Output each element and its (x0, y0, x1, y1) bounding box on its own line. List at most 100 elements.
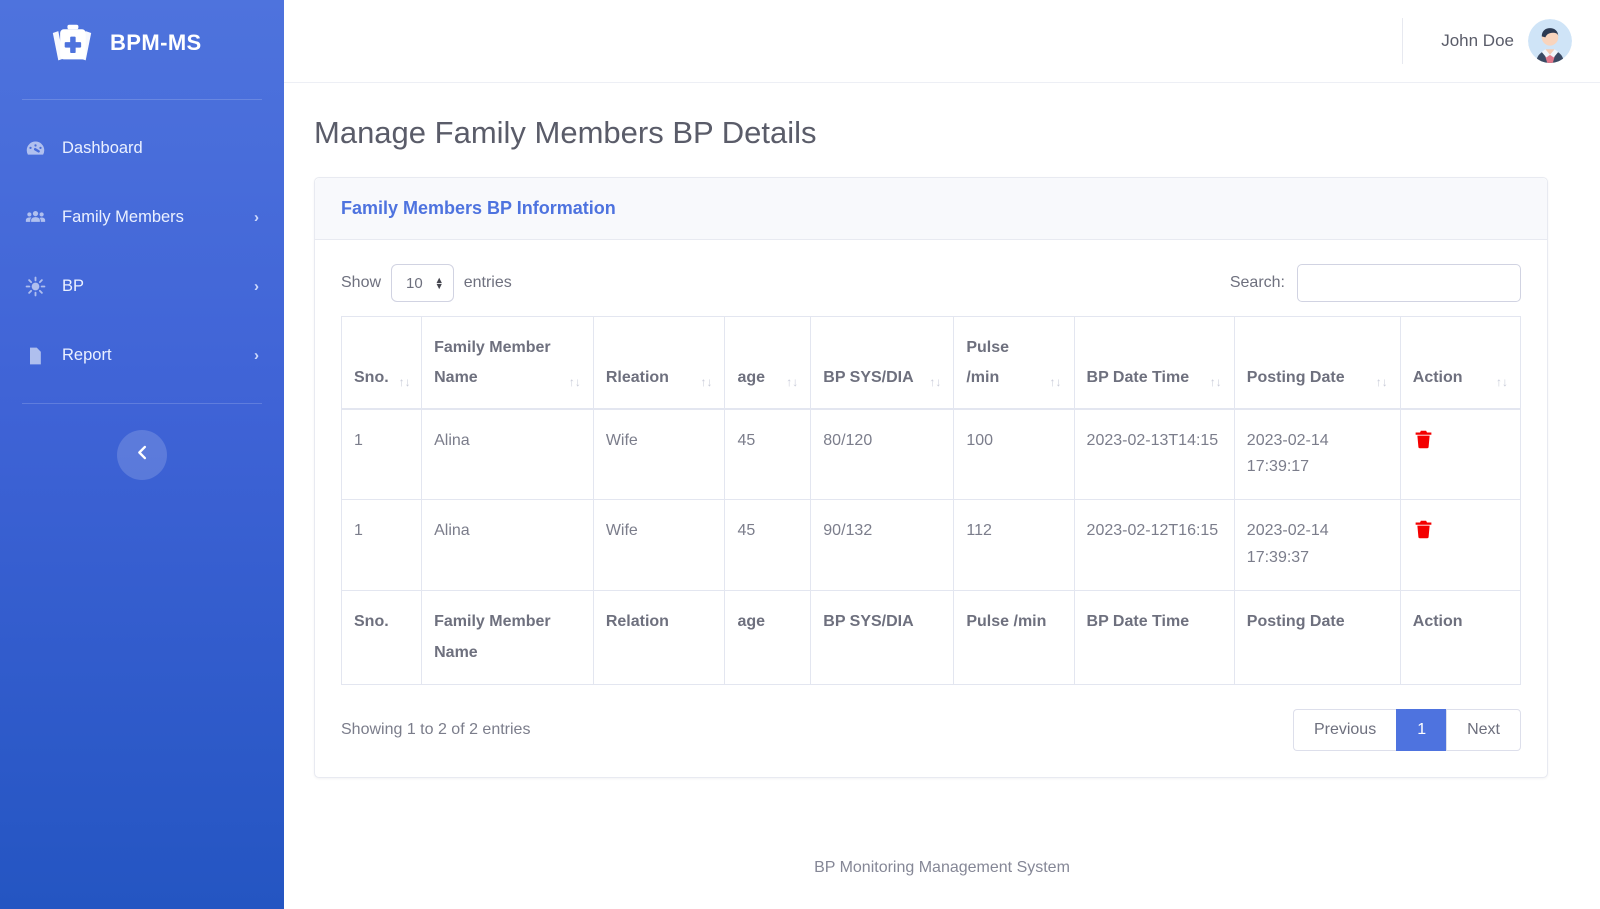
trash-icon (1413, 430, 1434, 454)
show-entries-control: Show 10 ▲ ▼ entries (341, 264, 512, 302)
table-head: Sno. ↑↓ Family Member Name ↑↓ Rleation ↑↓ a… (340, 315, 1522, 410)
footer-family-member-name: Family Member Name (421, 590, 594, 686)
sort-icon: ↑↓ (786, 374, 799, 389)
table-controls: Show 10 ▲ ▼ entries Search: (341, 264, 1521, 302)
sort-icon: ↑↓ (1049, 374, 1062, 389)
search-control: Search: (1230, 264, 1521, 302)
sun-icon (22, 276, 48, 298)
page-footer: BP Monitoring Management System (284, 827, 1600, 909)
column-label: Sno. (354, 369, 389, 387)
card-body: Show 10 ▲ ▼ entries Search: Sno. ↑↓ Fami… (315, 240, 1547, 777)
sidebar-collapse-button[interactable] (117, 430, 167, 480)
column-header-relation[interactable]: Rleation ↑↓ (592, 315, 726, 410)
users-icon (22, 207, 48, 229)
topbar: John Doe (284, 0, 1600, 83)
column-header-action[interactable]: Action ↑↓ (1399, 315, 1522, 410)
gauge-icon (22, 138, 48, 160)
column-header-bp-sys-dia[interactable]: BP SYS/DIA ↑↓ (810, 315, 955, 410)
sort-icon: ↑↓ (1375, 374, 1388, 389)
footer-posting-date: Posting Date (1233, 590, 1401, 686)
footer-bp-sys-dia: BP SYS/DIA (810, 590, 955, 686)
column-label: age (737, 369, 766, 387)
pagination: Previous 1 Next (1292, 709, 1521, 752)
table-footer-row: Sno. Family Member Name Relation age BP … (340, 590, 1522, 686)
table-footer-controls: Showing 1 to 2 of 2 entries Previous 1 N… (341, 709, 1521, 752)
column-header-family-member-name[interactable]: Family Member Name ↑↓ (421, 315, 594, 410)
column-header-posting-date[interactable]: Posting Date ↑↓ (1233, 315, 1401, 410)
sidebar-item-bp[interactable]: BP › (0, 252, 284, 321)
footer-action: Action (1399, 590, 1522, 686)
cell-bp: 80/120 (810, 408, 955, 501)
cell-action (1399, 408, 1522, 501)
bp-information-card: Family Members BP Information Show 10 ▲ ▼ (314, 177, 1548, 779)
column-label: Action (1412, 369, 1463, 387)
cell-age: 45 (724, 408, 812, 501)
sort-icon: ↑↓ (398, 374, 411, 389)
sidebar-collapse-wrap (0, 430, 284, 480)
cell-pulse: 100 (953, 408, 1075, 501)
footer-age: age (724, 590, 812, 686)
page-length-select[interactable]: 10 ▲ ▼ (391, 264, 454, 302)
sidebar-item-label: Family Members (62, 208, 184, 226)
cell-name: Alina (421, 408, 594, 501)
sidebar-item-family-members[interactable]: Family Members › (0, 183, 284, 252)
sidebar-item-dashboard[interactable]: Dashboard (0, 114, 284, 183)
chevron-right-icon: › (254, 278, 259, 295)
chevron-right-icon: › (254, 347, 259, 364)
cell-relation: Wife (592, 408, 726, 501)
user-avatar-icon[interactable] (1528, 19, 1572, 63)
sidebar-nav: Dashboard Family Members › BP › Report › (0, 100, 284, 390)
table-body: 1 Alina Wife 45 80/120 100 2023-02-13T14… (340, 408, 1522, 592)
footer-text: BP Monitoring Management System (814, 859, 1070, 876)
brand[interactable]: BPM-MS (0, 0, 284, 86)
sort-icon: ↑↓ (929, 374, 942, 389)
cell-pulse: 112 (953, 499, 1075, 592)
cell-name: Alina (421, 499, 594, 592)
main-area: John Doe Manage Family Members BP Detail… (284, 0, 1600, 909)
delete-row-button[interactable] (1413, 428, 1434, 451)
column-label: BP SYS/DIA (823, 369, 914, 387)
bp-details-table: Sno. ↑↓ Family Member Name ↑↓ Rleation ↑↓ a… (340, 315, 1522, 686)
pagination-next-button[interactable]: Next (1446, 709, 1521, 752)
cell-relation: Wife (592, 499, 726, 592)
page-title: Manage Family Members BP Details (314, 115, 817, 150)
sidebar-item-label: Dashboard (62, 139, 143, 157)
cell-bp-date-time: 2023-02-13T14:15 (1073, 408, 1235, 501)
file-icon (22, 345, 48, 367)
trash-icon (1413, 521, 1434, 544)
cell-sno: 1 (340, 499, 423, 592)
column-header-bp-date-time[interactable]: BP Date Time ↑↓ (1073, 315, 1235, 410)
showing-entries-text: Showing 1 to 2 of 2 entries (341, 721, 531, 739)
delete-row-button[interactable] (1413, 518, 1434, 541)
chevron-right-icon: › (254, 209, 259, 226)
sort-icon: ↑↓ (700, 374, 713, 389)
table-foot: Sno. Family Member Name Relation age BP … (340, 590, 1522, 686)
sort-icon: ↑↓ (568, 374, 581, 389)
topbar-divider (1402, 18, 1404, 64)
pagination-page-1-button[interactable]: 1 (1396, 709, 1447, 752)
sort-icon: ↑↓ (1496, 374, 1508, 389)
show-label: Show (341, 274, 382, 291)
cell-age: 45 (724, 499, 812, 592)
table-row: 1 Alina Wife 45 90/132 112 2023-02-12T16… (340, 499, 1522, 592)
entries-label: entries (463, 274, 512, 291)
cell-posting-date: 2023-02-14 17:39:37 (1233, 499, 1401, 592)
sort-updown-icon: ▲ ▼ (434, 275, 444, 291)
column-label: Rleation (605, 369, 669, 387)
brand-name: BPM-MS (110, 30, 202, 55)
content-area: Manage Family Members BP Details Family … (284, 83, 1600, 909)
column-header-age[interactable]: age ↑↓ (724, 315, 812, 410)
cell-sno: 1 (340, 408, 423, 501)
search-input[interactable] (1297, 264, 1521, 302)
footer-bp-date-time: BP Date Time (1073, 590, 1235, 686)
pagination-previous-button[interactable]: Previous (1292, 709, 1397, 752)
cell-posting-date: 2023-02-14 17:39:17 (1233, 408, 1401, 501)
footer-relation: Relation (592, 590, 726, 686)
chevron-left-icon (133, 443, 152, 467)
sort-icon: ↑↓ (1209, 374, 1222, 389)
sidebar-item-report[interactable]: Report › (0, 321, 284, 390)
column-header-pulse-min[interactable]: Pulse /min ↑↓ (953, 315, 1075, 410)
column-header-sno[interactable]: Sno. ↑↓ (340, 315, 423, 410)
card-title: Family Members BP Information (341, 198, 616, 218)
cell-bp-date-time: 2023-02-12T16:15 (1073, 499, 1235, 592)
